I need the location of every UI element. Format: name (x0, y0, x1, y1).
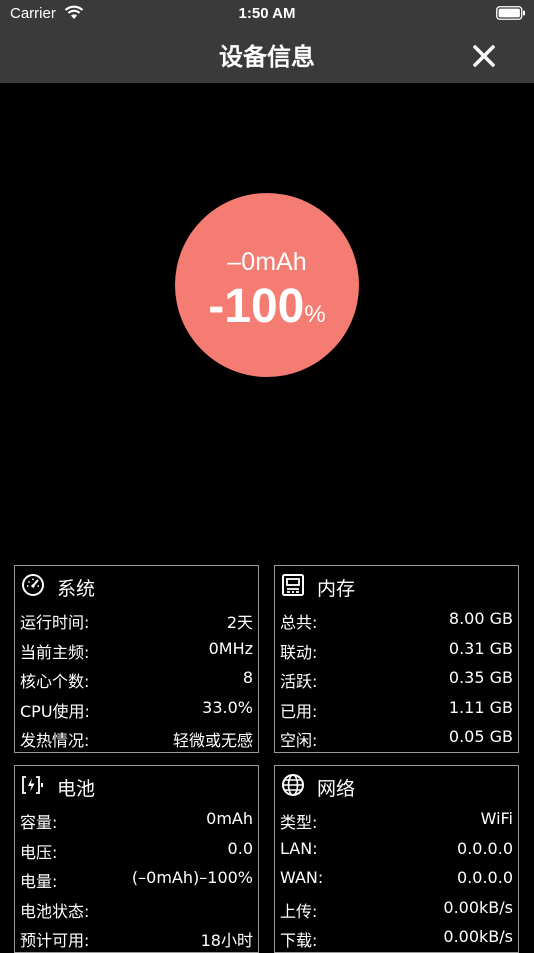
row-value: 0.35 GB (448, 668, 513, 687)
battery-capacity-readout: –0mAh (227, 248, 307, 276)
network-card: 网络 类型: WiFi LAN: 0.0.0.0 WAN: 0.0.0.0 上传: 0.… (274, 765, 519, 953)
row-value: 8.00 GB (448, 609, 513, 628)
info-row: CPU使用: 33.0% (15, 693, 258, 723)
row-value: 8 (242, 668, 253, 687)
info-row: 空闲: 0.05 GB (275, 722, 518, 752)
info-row: 容量: 0mAh (15, 804, 258, 834)
info-row: LAN: 0.0.0.0 (275, 834, 518, 864)
row-label: LAN: (280, 838, 318, 858)
battery-percent-value: -100 (208, 280, 305, 333)
info-row: 运行时间: 2天 (15, 604, 258, 634)
row-label: 下载: (280, 931, 318, 950)
info-row: 已用: 1.11 GB (275, 693, 518, 723)
row-value: 0.00kB/s (443, 897, 513, 917)
row-label: 电量: (20, 872, 58, 891)
row-value: WiFi (480, 809, 513, 828)
row-value: 0.05 GB (448, 727, 513, 746)
info-row: 当前主频: 0MHz (15, 634, 258, 664)
card-header: 内存 (275, 566, 518, 604)
row-value: (–0mAh)–100% (131, 868, 253, 887)
close-button[interactable] (470, 42, 498, 70)
card-title: 网络 (317, 778, 356, 800)
info-row: 预计可用: 18小时 (15, 922, 258, 952)
row-value: 轻微或无感 (172, 731, 253, 750)
system-card: 系统 运行时间: 2天 当前主频: 0MHz 核心个数: 8 CPU使用: 33.0% … (14, 565, 259, 753)
memory-chip-icon (282, 574, 304, 596)
page-title: 设备信息 (219, 43, 315, 71)
memory-card: 内存 总共: 8.00 GB 联动: 0.31 GB 活跃: 0.35 GB 已用: 1… (274, 565, 519, 753)
status-time: 1:50 AM (238, 5, 296, 22)
row-label: 类型: (280, 813, 318, 832)
row-label: 总共: (280, 613, 318, 632)
row-label: 当前主频: (20, 642, 90, 662)
row-label: 运行时间: (20, 613, 90, 632)
row-label: 活跃: (280, 672, 318, 691)
row-label: 电压: (20, 842, 58, 862)
battery-card: 电池 容量: 0mAh 电压: 0.0 电量: (–0mAh)–100% 电池状态: … (14, 765, 259, 953)
battery-percent-readout: -100% (175, 279, 359, 334)
row-label: 发热情况: (20, 731, 90, 750)
row-value: 0mAh (206, 809, 253, 828)
row-value: 0.0 (227, 838, 253, 858)
row-label: 上传: (280, 901, 318, 921)
info-row: 核心个数: 8 (15, 663, 258, 693)
info-row: 电量: (–0mAh)–100% (15, 863, 258, 893)
info-row: 电压: 0.0 (15, 834, 258, 864)
row-label: 空闲: (280, 731, 318, 750)
row-label: 预计可用: (20, 931, 90, 950)
row-value: 0MHz (208, 638, 253, 658)
battery-level-circle: –0mAh -100% (175, 193, 359, 377)
row-label: 容量: (20, 813, 58, 832)
row-label: 联动: (280, 642, 318, 662)
info-row: 总共: 8.00 GB (275, 604, 518, 634)
row-value: 0.00kB/s (443, 927, 513, 946)
row-label: 已用: (280, 701, 318, 721)
globe-icon (282, 774, 304, 796)
card-title: 电池 (57, 778, 96, 800)
info-row: WAN: 0.0.0.0 (275, 863, 518, 893)
info-row: 类型: WiFi (275, 804, 518, 834)
info-row: 电池状态: (15, 893, 258, 923)
info-row: 上传: 0.00kB/s (275, 893, 518, 923)
card-header: 电池 (15, 766, 258, 804)
card-title: 内存 (317, 578, 356, 600)
battery-icon (496, 6, 525, 20)
info-row: 发热情况: 轻微或无感 (15, 722, 258, 752)
row-value: 0.0.0.0 (457, 868, 513, 887)
row-label: 核心个数: (20, 672, 90, 691)
status-bar: Carrier 1:50 AM (0, 0, 534, 28)
row-label: CPU使用: (20, 701, 90, 721)
battery-charging-icon (22, 776, 43, 794)
row-value: 0.31 GB (448, 638, 513, 658)
row-value: 0.0.0.0 (457, 838, 513, 858)
card-header: 网络 (275, 766, 518, 804)
row-label: WAN: (280, 868, 324, 887)
info-row: 活跃: 0.35 GB (275, 663, 518, 693)
info-row: 下载: 0.00kB/s (275, 922, 518, 952)
nav-bar: 设备信息 (0, 28, 534, 83)
info-row: 联动: 0.31 GB (275, 634, 518, 664)
speedometer-icon (22, 574, 44, 596)
row-value: 2天 (226, 613, 253, 632)
card-title: 系统 (57, 578, 96, 600)
row-value: 33.0% (202, 697, 253, 717)
battery-percent-unit: % (304, 301, 326, 328)
card-header: 系统 (15, 566, 258, 604)
row-value: 1.11 GB (448, 697, 513, 717)
row-value: 18小时 (200, 931, 253, 950)
row-label: 电池状态: (20, 901, 90, 921)
